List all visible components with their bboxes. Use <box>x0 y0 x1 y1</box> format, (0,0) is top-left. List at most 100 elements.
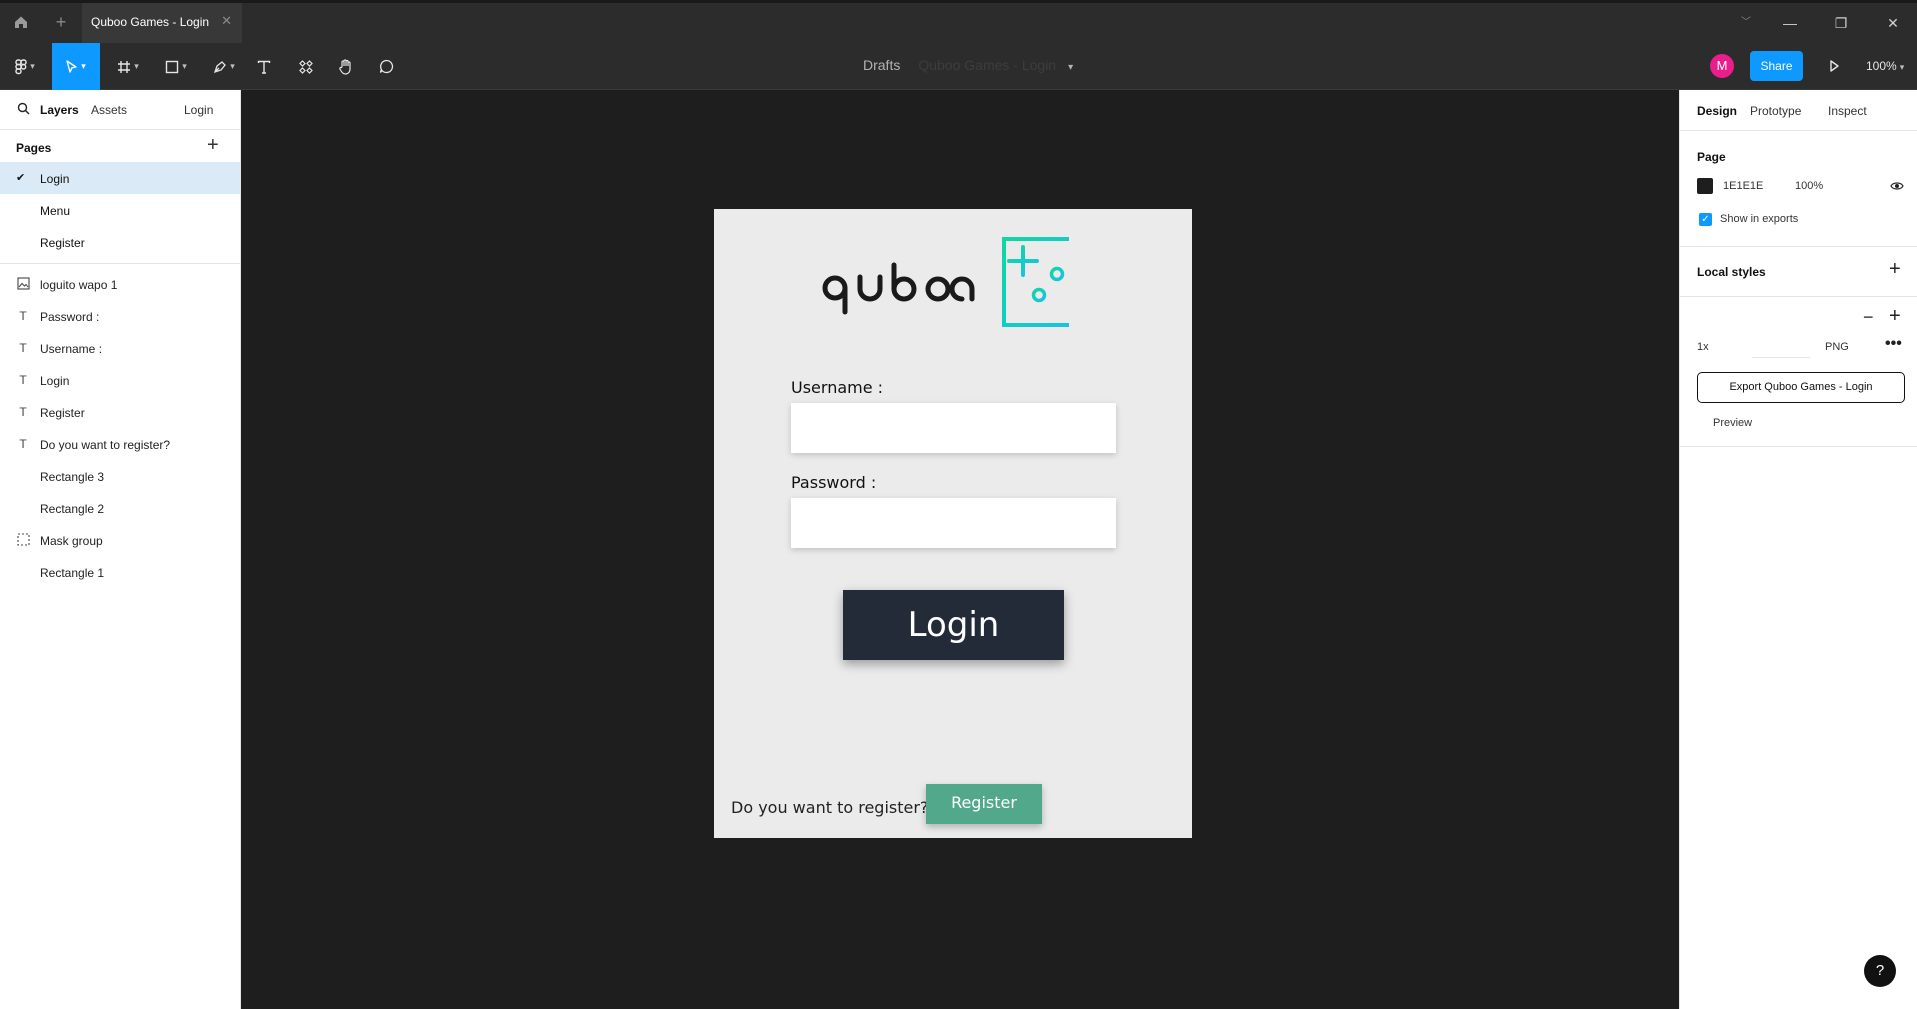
file-tab-title: Quboo Games - Login <box>91 15 210 29</box>
resources-button[interactable] <box>292 43 320 90</box>
present-button[interactable] <box>1822 54 1846 78</box>
text-icon: T <box>19 437 27 451</box>
register-question: Do you want to register? <box>731 798 929 817</box>
layer-item[interactable]: loguito wapo 1 <box>0 268 240 300</box>
page-section-title: Page <box>1697 150 1726 164</box>
export-button[interactable]: Export Quboo Games - Login <box>1697 372 1905 403</box>
layer-item[interactable]: T Login <box>0 364 240 396</box>
layer-item[interactable]: T Username : <box>0 332 240 364</box>
move-tool-button[interactable]: ▾ <box>52 43 100 90</box>
page-item-label: Register <box>40 236 85 250</box>
pen-icon <box>214 60 227 73</box>
password-input[interactable] <box>791 498 1116 548</box>
minimize-button[interactable]: — <box>1777 11 1803 35</box>
new-tab-button[interactable]: + <box>50 9 72 35</box>
layer-item[interactable]: Rectangle 3 <box>0 460 240 492</box>
layer-item[interactable]: Rectangle 2 <box>0 492 240 524</box>
layer-label: loguito wapo 1 <box>40 278 118 292</box>
tab-layers[interactable]: Layers <box>40 103 79 117</box>
eye-icon[interactable] <box>1890 179 1904 197</box>
page-item-menu[interactable]: Menu <box>0 194 240 226</box>
page-item-register[interactable]: Register <box>0 226 240 258</box>
figma-app: + Quboo Games - Login ✕ ﹀ — ❐ ✕ ▾ ▾ ▾ ▾ <box>0 0 1917 1009</box>
file-breadcrumb[interactable]: Drafts Quboo Games - Login ▾ <box>863 57 1073 73</box>
layer-label: Password : <box>40 310 100 324</box>
page-item-label: Login <box>40 172 70 186</box>
shape-tool-button[interactable]: ▾ <box>158 43 194 90</box>
page-opacity-value[interactable]: 100% <box>1795 180 1823 192</box>
home-icon[interactable] <box>8 9 34 35</box>
tab-assets[interactable]: Assets <box>91 103 127 117</box>
layer-item[interactable]: T Do you want to register? <box>0 428 240 460</box>
left-panel-tabs: Layers Assets Login <box>0 90 240 130</box>
local-styles-title: Local styles <box>1697 265 1766 279</box>
local-styles-section: Local styles + <box>1680 247 1917 297</box>
tabs-dropdown-icon[interactable]: ﹀ <box>1733 11 1759 35</box>
text-tool-button[interactable] <box>252 43 276 90</box>
layer-label: Mask group <box>40 534 103 548</box>
share-button[interactable]: Share <box>1750 51 1803 81</box>
help-button[interactable]: ? <box>1864 955 1896 987</box>
more-options-icon[interactable]: ••• <box>1885 335 1902 353</box>
comment-icon <box>379 59 393 74</box>
layer-item[interactable]: T Register <box>0 396 240 428</box>
hand-tool-button[interactable] <box>332 43 360 90</box>
pages-header: Pages + <box>0 130 240 162</box>
export-section: − + 1x PNG ••• Export Quboo Games - Logi… <box>1680 297 1917 447</box>
drafts-link[interactable]: Drafts <box>863 57 900 73</box>
cursor-icon <box>66 59 77 73</box>
current-page-selector[interactable]: Login <box>184 103 213 117</box>
search-icon[interactable] <box>17 102 30 120</box>
username-input[interactable] <box>791 403 1116 453</box>
pages-title: Pages <box>16 141 52 155</box>
frame-icon <box>118 60 131 73</box>
export-suffix-field[interactable] <box>1752 357 1810 358</box>
add-export-button[interactable]: + <box>1889 305 1901 328</box>
text-icon <box>257 60 271 74</box>
add-style-button[interactable]: + <box>1889 258 1901 281</box>
export-scale[interactable]: 1x <box>1697 341 1709 353</box>
page-item-login[interactable]: ✔ Login <box>0 162 240 194</box>
login-button[interactable]: Login <box>843 590 1064 660</box>
add-page-button[interactable]: + <box>207 134 219 157</box>
text-icon: T <box>19 373 27 387</box>
avatar[interactable]: M <box>1710 54 1734 78</box>
text-icon: T <box>19 341 27 355</box>
file-tab[interactable]: Quboo Games - Login ✕ <box>82 3 242 43</box>
pen-tool-button[interactable]: ▾ <box>206 43 242 90</box>
frame-tool-button[interactable]: ▾ <box>110 43 146 90</box>
comment-tool-button[interactable] <box>372 43 400 90</box>
title-bar: + Quboo Games - Login ✕ ﹀ — ❐ ✕ <box>0 0 1917 43</box>
tab-prototype[interactable]: Prototype <box>1750 104 1801 118</box>
remove-export-button[interactable]: − <box>1863 307 1874 328</box>
login-frame[interactable]: Username : Password : Login Do you want … <box>714 209 1192 838</box>
layer-label: Rectangle 1 <box>40 566 105 580</box>
chevron-down-icon[interactable]: ▾ <box>1068 62 1073 73</box>
register-button[interactable]: Register <box>926 784 1042 824</box>
tab-design[interactable]: Design <box>1697 104 1737 118</box>
main-menu-button[interactable]: ▾ <box>8 43 42 90</box>
layer-label: Login <box>40 374 70 388</box>
restore-button[interactable]: ❐ <box>1828 11 1854 35</box>
page-item-label: Menu <box>40 204 71 218</box>
page-color-value[interactable]: 1E1E1E <box>1723 180 1763 192</box>
layer-label: Register <box>40 406 85 420</box>
show-in-exports-checkbox[interactable]: ✓ <box>1699 213 1712 226</box>
toolbar: ▾ ▾ ▾ ▾ ▾ Drafts Quboo Games - Login ▾ M <box>0 43 1917 90</box>
tab-inspect[interactable]: Inspect <box>1828 104 1867 118</box>
preview-toggle[interactable]: Preview <box>1713 417 1752 429</box>
layer-item[interactable]: Rectangle 1 <box>0 556 240 588</box>
layer-item[interactable]: Mask group <box>0 524 240 556</box>
layer-item[interactable]: T Password : <box>0 300 240 332</box>
canvas[interactable]: Username : Password : Login Do you want … <box>241 90 1679 1009</box>
text-icon: T <box>19 309 27 323</box>
layer-label: Rectangle 2 <box>40 502 105 516</box>
export-format[interactable]: PNG <box>1825 341 1849 353</box>
close-window-button[interactable]: ✕ <box>1880 11 1906 35</box>
quboo-logo <box>814 237 1084 327</box>
file-name[interactable]: Quboo Games - Login <box>918 57 1056 73</box>
tab-close-icon[interactable]: ✕ <box>221 13 232 29</box>
hand-icon <box>339 58 351 75</box>
page-color-swatch[interactable] <box>1697 178 1713 194</box>
zoom-dropdown[interactable]: 100% ▾ <box>1866 59 1904 73</box>
